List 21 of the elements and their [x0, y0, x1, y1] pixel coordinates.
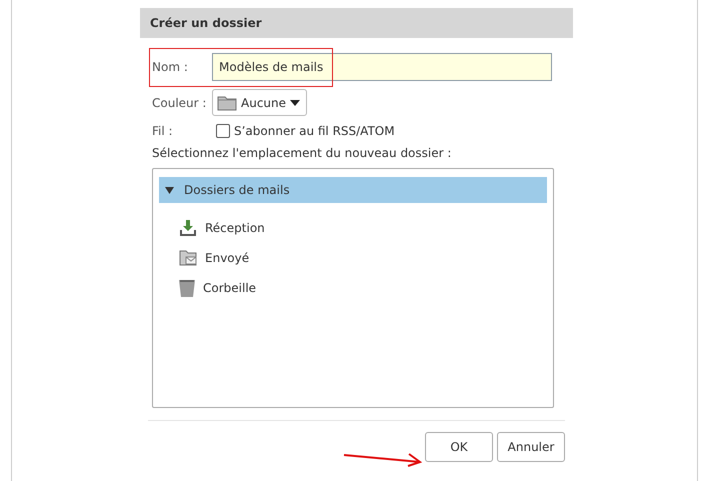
- trash-icon: [179, 279, 195, 297]
- ok-button[interactable]: OK: [425, 432, 493, 462]
- dialog-title: Créer un dossier: [140, 8, 573, 38]
- field-label: Couleur :: [152, 96, 208, 110]
- tree-item[interactable]: Envoyé: [159, 243, 547, 273]
- download-tray-icon: [179, 219, 197, 237]
- location-label: Sélectionnez l'emplacement du nouveau dossier :: [152, 146, 452, 160]
- checkbox[interactable]: [216, 124, 230, 138]
- cancel-button[interactable]: Annuler: [497, 432, 565, 462]
- caret-icon: [290, 100, 300, 106]
- tree-item[interactable]: Corbeille: [159, 273, 547, 303]
- folder-icon: [217, 94, 237, 110]
- name-field[interactable]: Modèles de mails: [212, 53, 552, 81]
- field-label: Nom :: [152, 60, 189, 74]
- tree-item[interactable]: Réception: [159, 213, 547, 243]
- field-label: Fil :: [152, 124, 174, 138]
- folder-envelope-icon: [179, 250, 197, 266]
- expand-icon: [165, 186, 174, 194]
- color-dropdown[interactable]: Aucune: [212, 89, 308, 116]
- checkbox-label[interactable]: S’abonner au fil RSS/ATOM: [234, 124, 395, 138]
- tree-item[interactable]: Dossiers de mails: [159, 177, 547, 203]
